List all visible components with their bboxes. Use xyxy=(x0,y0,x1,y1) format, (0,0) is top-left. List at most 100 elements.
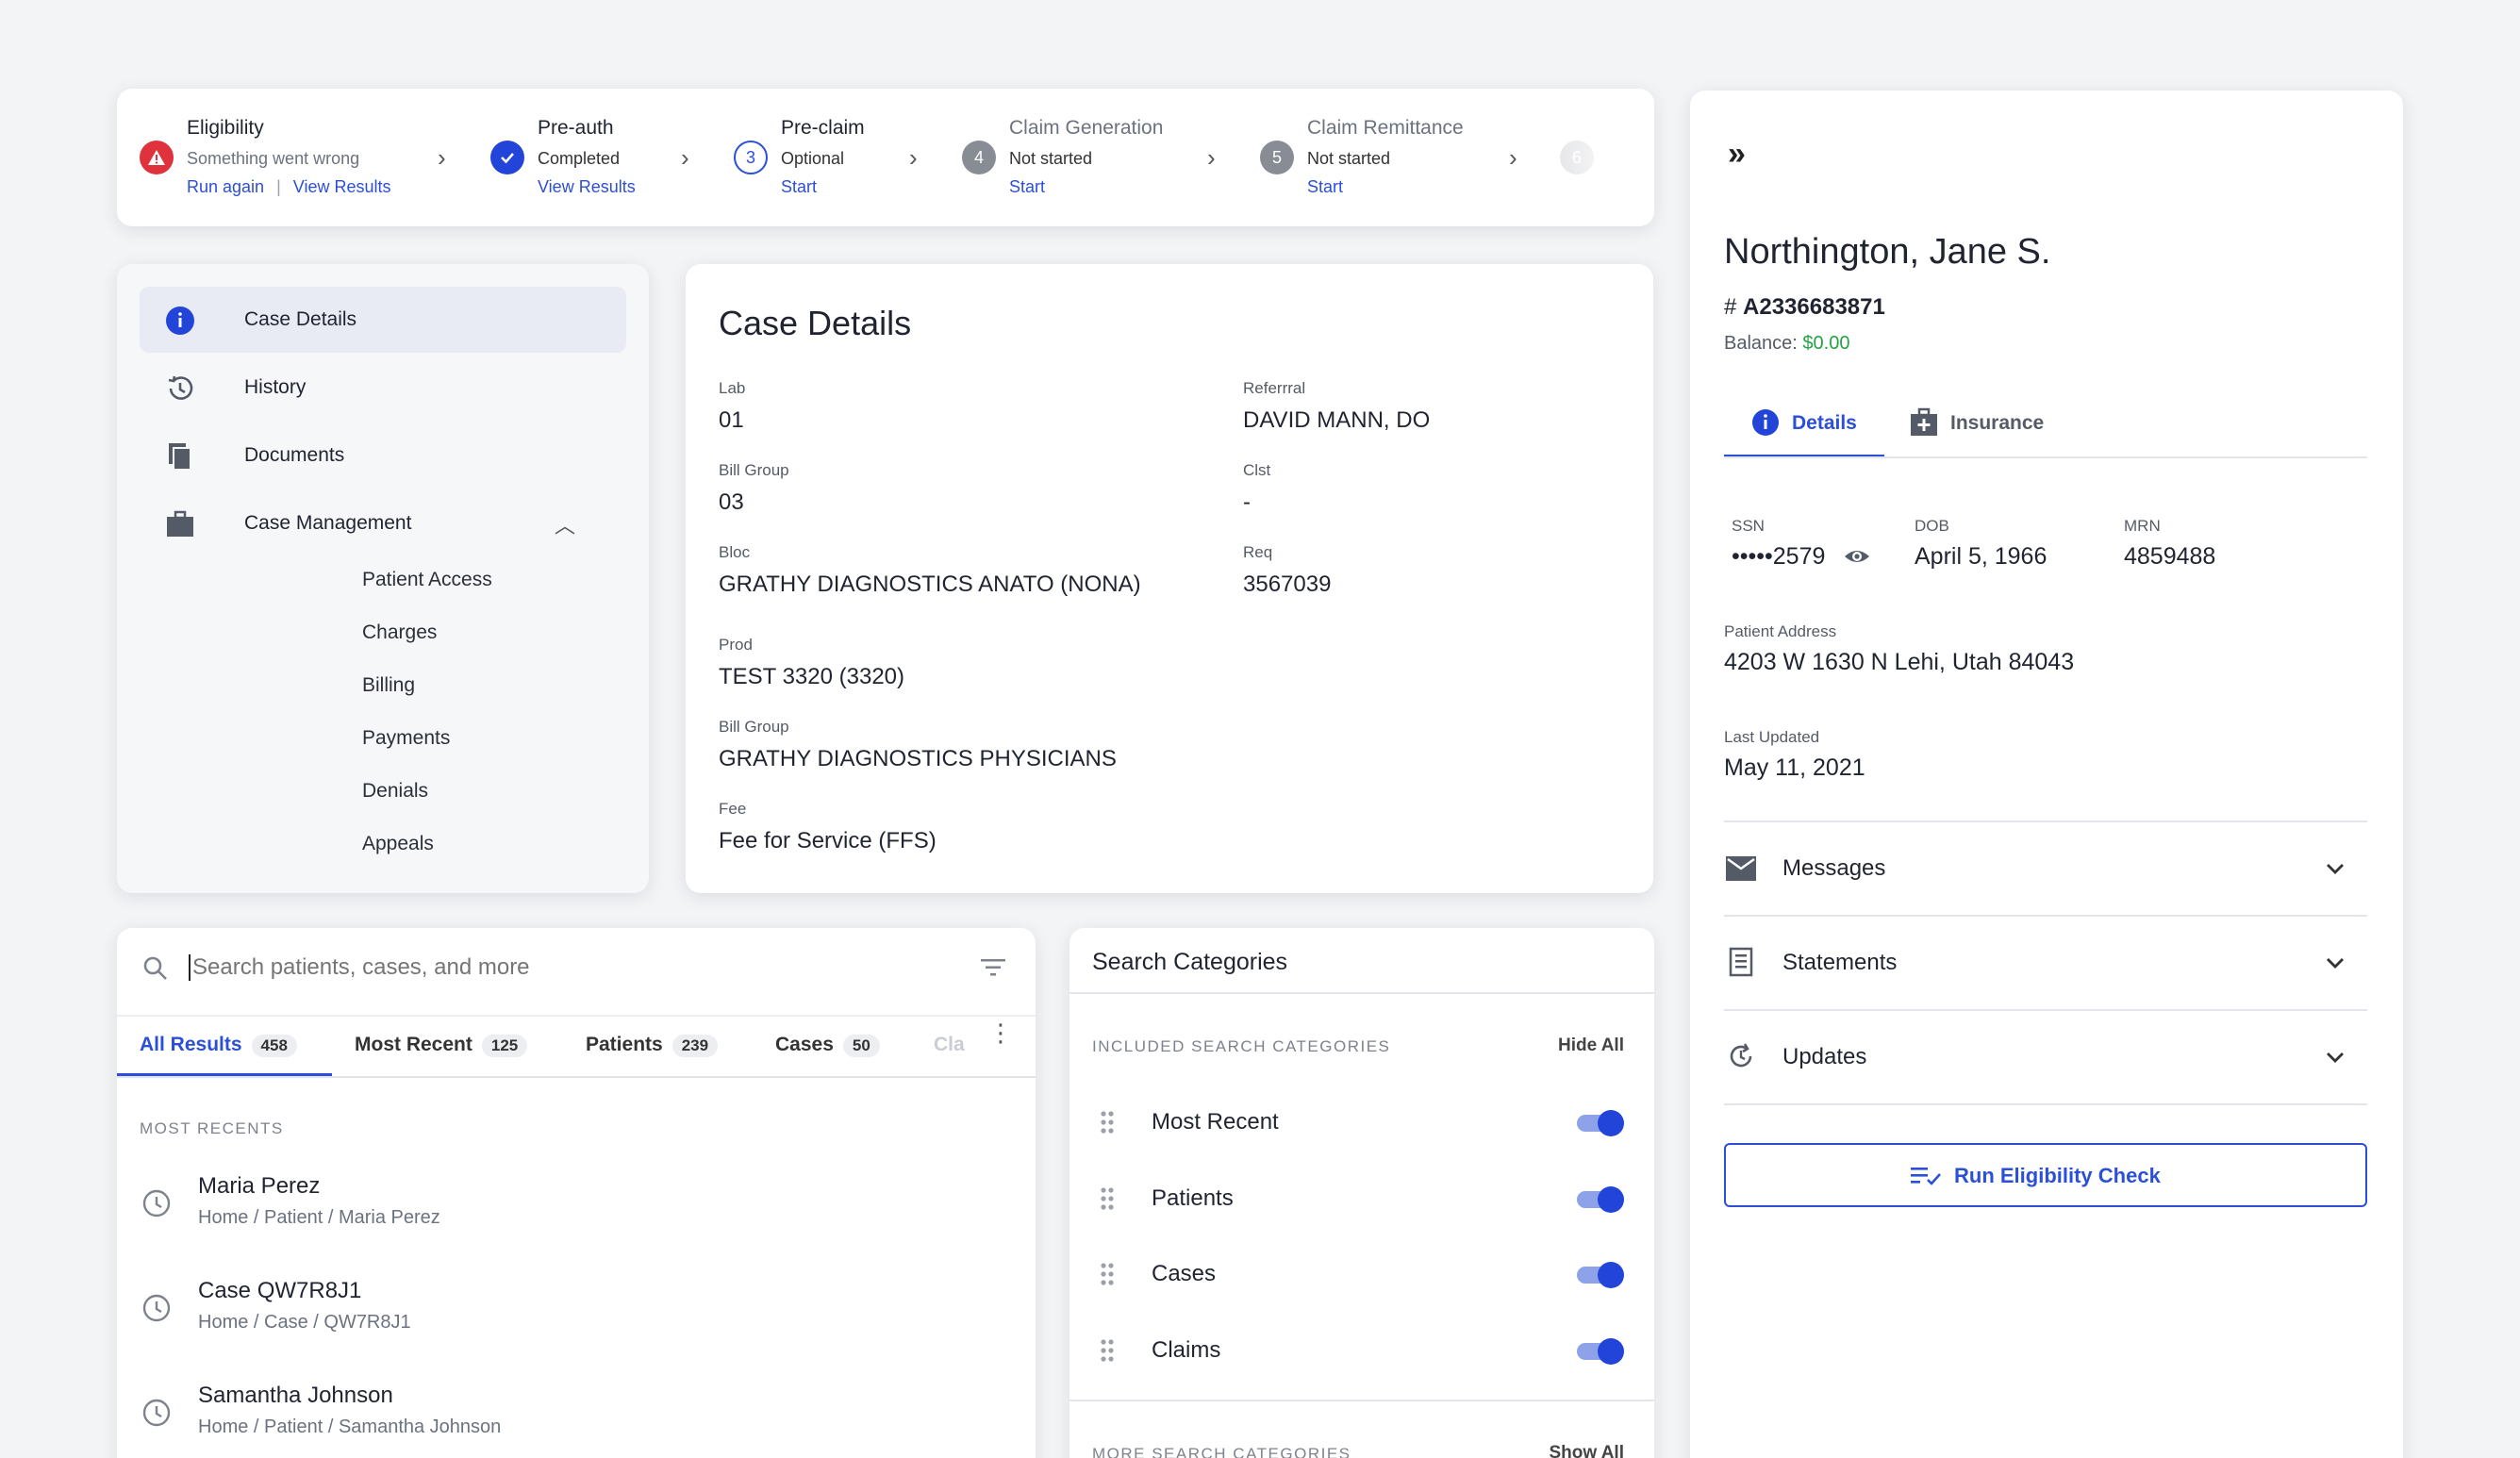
nav-item-case-details[interactable]: Case Details xyxy=(140,287,626,353)
briefcase-icon xyxy=(164,508,196,540)
clock-icon xyxy=(141,1188,172,1218)
field-label: Fee xyxy=(719,800,746,819)
field-label: Patient Address xyxy=(1724,622,1836,641)
list-item[interactable]: Case QW7R8J1 Home / Case / QW7R8J1 xyxy=(117,1267,1036,1361)
search-input[interactable] xyxy=(192,947,947,988)
field-value: DAVID MANN, DO xyxy=(1243,407,1430,434)
chevron-right-icon: › xyxy=(909,143,918,173)
step-status: Optional xyxy=(781,149,844,169)
step-status: Not started xyxy=(1009,149,1092,169)
bill-group-link[interactable]: GRATHY DIAGNOSTICS PHYSICIANS xyxy=(719,746,1117,772)
checklist-icon xyxy=(1911,1166,1943,1186)
button-label: Run Eligibility Check xyxy=(1954,1164,2161,1188)
count-badge: 125 xyxy=(482,1035,527,1057)
count-badge: 458 xyxy=(252,1035,297,1057)
run-again-link[interactable]: Run again xyxy=(187,177,264,196)
tab-label: Insurance xyxy=(1950,412,2044,435)
filter-icon[interactable] xyxy=(979,956,1007,979)
step-status: Not started xyxy=(1307,149,1390,169)
subnav-charges[interactable]: Charges xyxy=(362,621,437,644)
tab-insurance[interactable]: Insurance xyxy=(1909,407,2069,456)
more-vertical-icon[interactable]: ⋮ xyxy=(988,1028,1013,1037)
category-label: Patients xyxy=(1152,1185,1234,1212)
view-results-link[interactable]: View Results xyxy=(538,177,636,197)
drag-handle-icon[interactable] xyxy=(1100,1338,1115,1363)
accordion-updates[interactable]: Updates xyxy=(1724,1011,2367,1103)
documents-icon xyxy=(164,440,196,472)
error-icon xyxy=(140,141,174,174)
text-cursor xyxy=(189,954,191,981)
patient-id: A2336683871 xyxy=(1743,294,1885,320)
search-icon xyxy=(141,954,170,983)
start-link[interactable]: Start xyxy=(781,177,817,197)
field-value: 03 xyxy=(719,489,744,516)
accordion-messages[interactable]: Messages xyxy=(1724,822,2367,915)
subnav-payments[interactable]: Payments xyxy=(362,727,450,750)
show-all-button[interactable]: Show All xyxy=(1549,1443,1624,1458)
tab-patients[interactable]: Patients239 xyxy=(586,1034,718,1057)
category-toggle[interactable] xyxy=(1577,1343,1620,1360)
field-label: Bloc xyxy=(719,543,750,562)
category-toggle[interactable] xyxy=(1577,1115,1620,1132)
step-number: 3 xyxy=(734,141,768,174)
list-item[interactable]: Maria Perez Home / Patient / Maria Perez xyxy=(117,1162,1036,1256)
refresh-icon xyxy=(1726,1041,1756,1071)
field-label: Bill Group xyxy=(719,461,789,480)
balance-label: Balance: xyxy=(1724,333,1798,354)
start-link[interactable]: Start xyxy=(1009,177,1045,197)
patient-name: Northington, Jane S. xyxy=(1724,232,2050,273)
dob-value: April 5, 1966 xyxy=(1915,543,2047,571)
info-icon xyxy=(164,305,196,337)
count-badge: 50 xyxy=(843,1035,880,1057)
nav-item-history[interactable]: History xyxy=(140,355,626,421)
hide-all-button[interactable]: Hide All xyxy=(1558,1036,1624,1056)
updated-value: May 11, 2021 xyxy=(1724,754,1865,782)
chevron-right-icon: › xyxy=(1207,143,1216,173)
side-navigation: Case Details History Documents Case Mana… xyxy=(117,264,649,893)
field-label: SSN xyxy=(1732,517,1765,536)
section-label: MORE SEARCH CATEGORIES xyxy=(1092,1445,1351,1458)
category-label: Claims xyxy=(1152,1337,1220,1364)
mail-icon xyxy=(1726,856,1756,881)
tab-cases[interactable]: Cases50 xyxy=(775,1034,880,1057)
field-label: Bill Group xyxy=(719,718,789,737)
eye-icon[interactable] xyxy=(1843,545,1871,568)
step-number: 4 xyxy=(962,141,996,174)
collapse-panel-icon[interactable]: » xyxy=(1728,138,1746,170)
subnav-patient-access[interactable]: Patient Access xyxy=(362,569,492,591)
accordion-label: Updates xyxy=(1782,1044,1866,1070)
tab-claims-truncated[interactable]: Cla xyxy=(934,1034,965,1056)
list-item[interactable]: Samantha Johnson Home / Patient / Samant… xyxy=(117,1371,1036,1458)
view-results-link[interactable]: View Results xyxy=(293,177,391,196)
chevron-right-icon: › xyxy=(438,143,446,173)
field-value: - xyxy=(1243,489,1251,516)
subnav-appeals[interactable]: Appeals xyxy=(362,833,434,855)
tab-all-results[interactable]: All Results458 xyxy=(140,1034,297,1057)
section-label: INCLUDED SEARCH CATEGORIES xyxy=(1092,1037,1390,1056)
step-title: Eligibility xyxy=(187,117,264,140)
accordion-statements[interactable]: Statements xyxy=(1724,917,2367,1009)
category-toggle[interactable] xyxy=(1577,1267,1620,1284)
address-value: 4203 W 1630 N Lehi, Utah 84043 xyxy=(1724,649,2074,676)
fade-overlay xyxy=(1541,89,1654,226)
patient-panel: » Northington, Jane S. # A2336683871 Bal… xyxy=(1690,91,2403,1458)
nav-item-documents[interactable]: Documents xyxy=(140,422,626,489)
subnav-billing[interactable]: Billing xyxy=(362,674,415,697)
tab-details[interactable]: Details xyxy=(1724,407,1884,456)
step-title: Claim Generation xyxy=(1009,117,1163,140)
category-toggle[interactable] xyxy=(1577,1191,1620,1208)
clock-icon xyxy=(141,1293,172,1323)
drag-handle-icon[interactable] xyxy=(1100,1110,1115,1135)
run-eligibility-check-button[interactable]: Run Eligibility Check xyxy=(1724,1143,2367,1207)
start-link[interactable]: Start xyxy=(1307,177,1343,197)
tab-most-recent[interactable]: Most Recent125 xyxy=(355,1034,527,1057)
subnav-denials[interactable]: Denials xyxy=(362,780,428,803)
count-badge: 239 xyxy=(672,1035,718,1057)
page-title: Case Details xyxy=(719,304,911,343)
drag-handle-icon[interactable] xyxy=(1100,1262,1115,1286)
chevron-up-icon[interactable]: ︿ xyxy=(555,509,575,539)
section-label: MOST RECENTS xyxy=(140,1119,284,1138)
drag-handle-icon[interactable] xyxy=(1100,1186,1115,1211)
nav-item-case-management[interactable]: Case Management ︿ xyxy=(140,490,626,556)
nav-label: Documents xyxy=(244,444,344,467)
